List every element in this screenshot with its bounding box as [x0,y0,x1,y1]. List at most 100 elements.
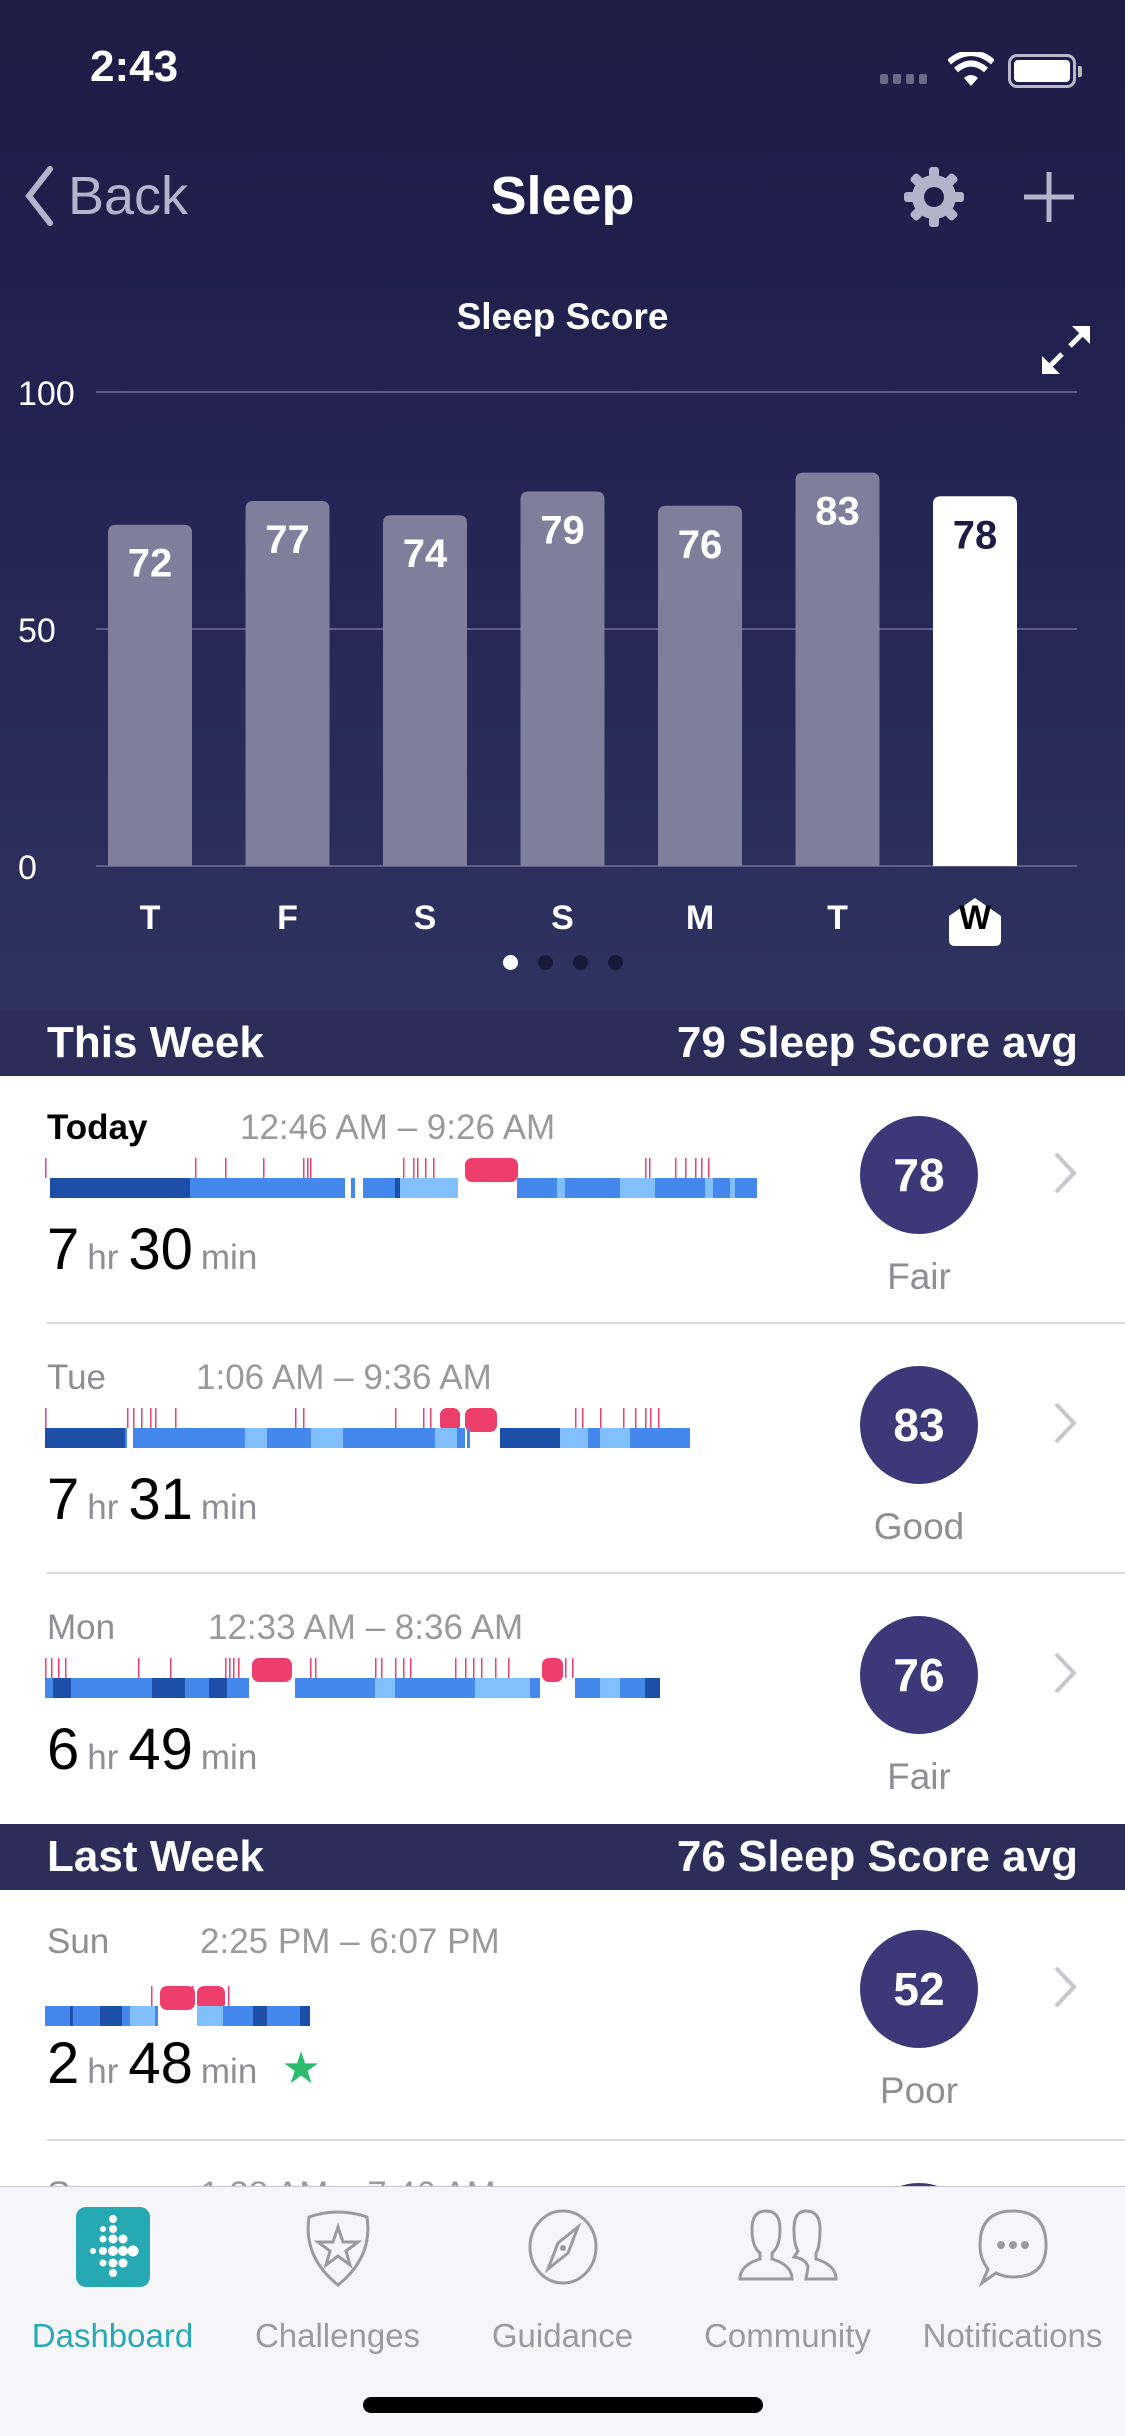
sleep-stage-segment [185,1678,209,1698]
log-time-range: 12:33 AM – 8:36 AM [208,1608,524,1647]
tab-guidance[interactable]: Guidance [450,2207,675,2355]
sleep-stage-segment [565,1178,620,1198]
log-time-range: 12:46 AM – 9:26 AM [240,1108,556,1147]
chart-title: Sleep Score [456,296,669,337]
chevron-right-icon [1054,1652,1077,1694]
page-dot[interactable] [607,955,623,970]
awake-tick [138,1658,140,1678]
y-tick-label: 50 [18,612,56,650]
awake-tick [375,1658,377,1678]
awake-tick [423,1408,425,1428]
awake-tick [45,1408,47,1428]
sleep-stage-segment [630,1428,690,1448]
sleep-stage-segment [467,1428,470,1448]
sleep-stage-segment [517,1178,557,1198]
sleep-stage-segment [645,1678,660,1698]
sleep-stage-segment [45,1428,125,1448]
sleep-stage-segment [100,2006,122,2026]
sleep-stage-segment [363,1178,395,1198]
minutes-unit: min [200,1238,258,1277]
divider [47,1572,1125,1574]
page-dot[interactable] [537,955,553,970]
sleep-stage-segment [620,1678,645,1698]
awake-tick [141,1408,143,1428]
tab-dashboard[interactable]: Dashboard [0,2207,225,2355]
awake-segment [160,1986,195,2010]
awake-tick [685,1158,687,1178]
awake-tick [695,1158,697,1178]
awake-tick [58,1658,60,1678]
sleep-stage-segment [351,1178,355,1198]
duration-hours: 2 [47,2031,80,2096]
awake-tick [307,1158,309,1178]
awake-tick [645,1158,647,1178]
page-indicator[interactable] [0,955,1125,970]
awake-tick [295,1408,297,1428]
gear-icon[interactable] [902,165,966,229]
awake-tick [233,1658,235,1678]
awake-tick [395,1658,397,1678]
awake-tick [417,1158,419,1178]
sleep-duration: 2 hr 48 min ★ [47,2030,321,2097]
compass-icon [528,2209,597,2285]
awake-tick [413,1158,415,1178]
bar-value-label: 83 [815,490,860,534]
x-tick-label: T [827,899,848,937]
x-tick-label: S [551,899,574,937]
sleep-stage-segment [130,2006,155,2026]
sleep-stage-segment [71,1678,112,1698]
awake-tick [315,1658,317,1678]
sleep-stage-segment [209,1678,227,1698]
awake-tick [170,1658,172,1678]
sleep-rating: Fair [887,1256,951,1297]
sleep-log-row[interactable]: Tue 1:06 AM – 9:36 AM 7 hr 31 min 83 Good [0,1326,1125,1576]
tab-label: Notifications [922,2317,1103,2354]
sleep-stage-segment [705,1178,713,1198]
sleep-stage-segment [267,1428,311,1448]
add-icon[interactable] [1022,170,1076,224]
tab-notifications[interactable]: Notifications [900,2207,1125,2355]
tab-challenges[interactable]: Challenges [225,2207,450,2355]
page-dot[interactable] [502,955,518,970]
awake-tick [310,1158,312,1178]
log-time-range: 1:06 AM – 9:36 AM [196,1358,492,1397]
sleep-stage-segment [267,2006,300,2026]
x-tick-label: T [140,899,161,937]
log-day: Tue [47,1358,107,1397]
log-day: Sun [47,1922,110,1961]
awake-tick [133,1408,135,1428]
awake-tick [127,1408,129,1428]
page-dot[interactable] [572,955,588,970]
awake-tick [195,1158,197,1178]
back-button[interactable]: Back [24,165,188,227]
bar-value-label: 76 [678,523,723,567]
sleep-header-panel: 2:43 Back Sleep Sleep Score 0 50 100 72 T 77 F… [0,0,1125,1010]
awake-tick [381,1658,383,1678]
sleep-stage-segment [530,1678,540,1698]
sleep-stage-segment [245,1428,267,1448]
hours-unit: hr [87,2052,119,2091]
x-tick-label: W [959,899,992,937]
hours-unit: hr [87,1238,119,1277]
sleep-log-row[interactable]: Today 12:46 AM – 9:26 AM 7 hr 30 min 78 Fai… [0,1076,1125,1326]
sleep-duration: 6 hr 49 min [47,1716,267,1783]
duration-minutes: 31 [128,1467,193,1532]
sleep-log-row[interactable]: Sun 2:25 PM – 6:07 PM 2 hr 48 min ★ 52 Poor [0,1890,1125,2140]
awake-tick [495,1658,497,1678]
awake-tick [310,1658,312,1678]
home-indicator[interactable] [363,2397,763,2413]
sleep-stage-segment [311,1428,343,1448]
tab-label: Challenges [254,2317,421,2354]
sleep-stage-segment [435,1428,457,1448]
awake-tick [575,1408,577,1428]
cellular-signal-icon [880,74,927,84]
sleep-log-row[interactable]: Mon 12:33 AM – 8:36 AM 6 hr 49 min 76 Fair [0,1576,1125,1826]
wifi-icon [948,52,994,86]
sleep-stage-segment [588,1428,600,1448]
sleep-stage-segment [125,1428,127,1448]
tab-community[interactable]: Community [675,2207,900,2355]
section-header-last-week: Last Week 76 Sleep Score avg [0,1824,1125,1890]
back-label: Back [68,166,189,226]
sleep-score-badge: 78 [860,1116,978,1234]
sleep-stage-segment [50,1178,190,1198]
